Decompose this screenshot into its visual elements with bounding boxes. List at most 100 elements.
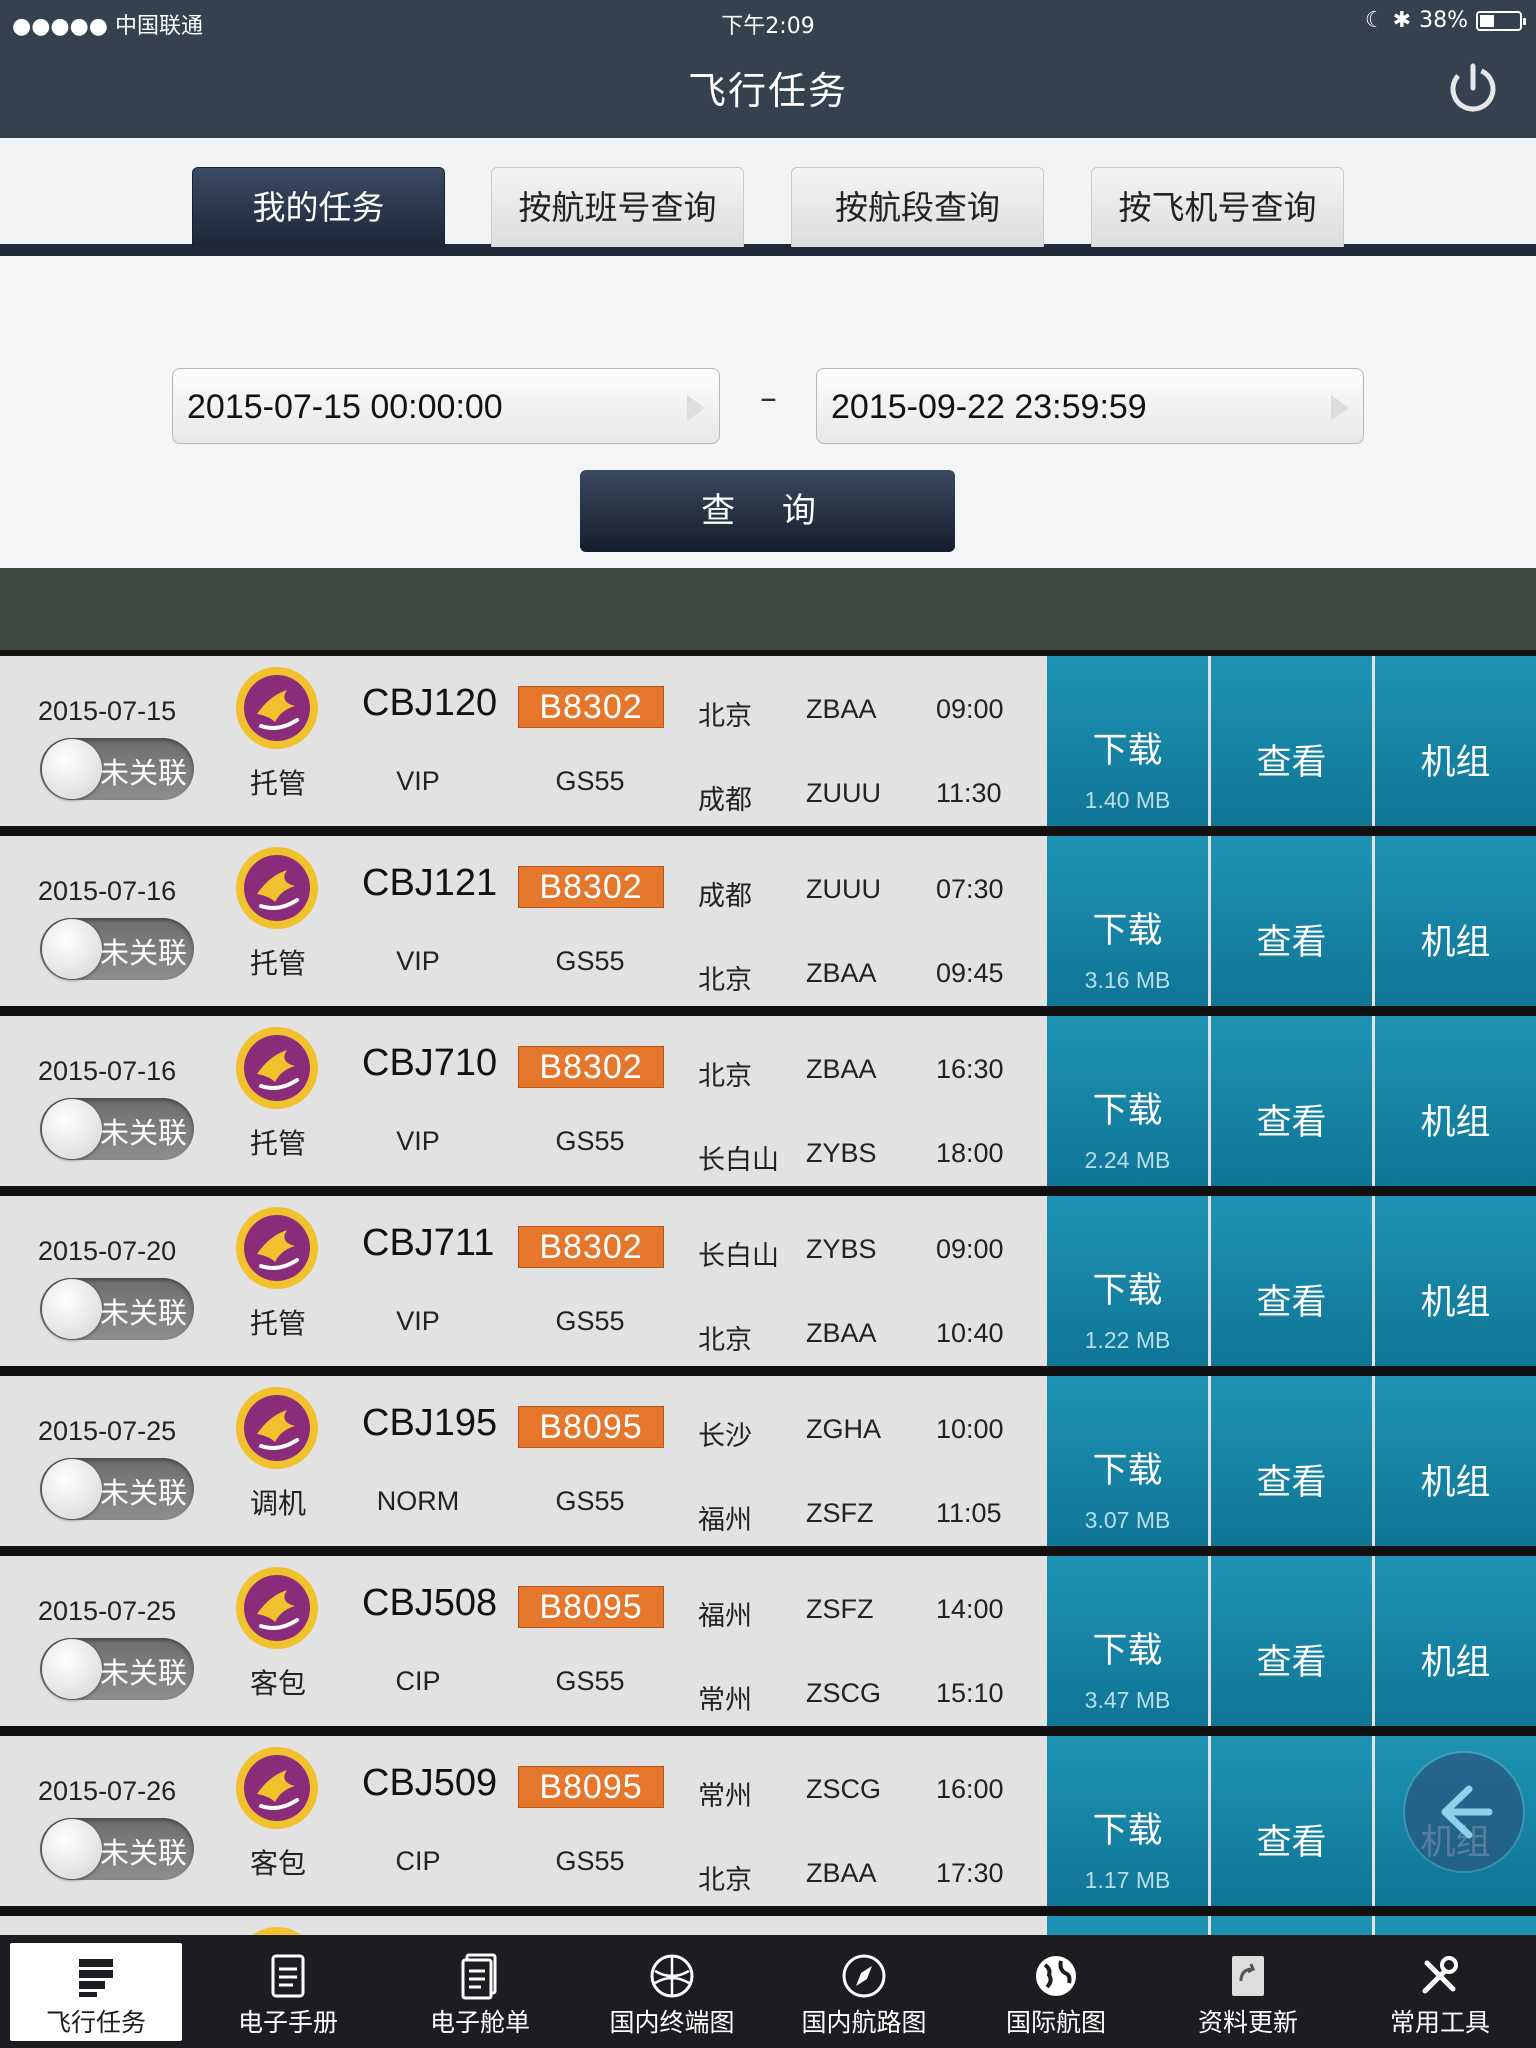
association-toggle[interactable]: 未关联 bbox=[40, 1818, 194, 1880]
download-button[interactable]: 下载 1.40 MB bbox=[1047, 656, 1208, 826]
flight-row[interactable]: 2015-07-15 未关联 托管 CBJ120 B8302 VIP GS55 北京 ZBAA 0… bbox=[0, 656, 1536, 826]
file-size: 3.16 MB bbox=[1084, 967, 1171, 993]
operation-type: 调机 bbox=[249, 1487, 306, 1520]
association-toggle[interactable]: 未关联 bbox=[40, 918, 194, 980]
airline-logo-icon bbox=[236, 847, 318, 929]
toggle-knob[interactable] bbox=[42, 1099, 102, 1159]
association-toggle[interactable]: 未关联 bbox=[40, 1278, 194, 1340]
crew-label: 机组 bbox=[1420, 1463, 1491, 1503]
arrival-city: 常州 bbox=[698, 1685, 752, 1716]
association-toggle[interactable]: 未关联 bbox=[40, 1098, 194, 1160]
toggle-knob[interactable] bbox=[42, 1819, 102, 1879]
association-toggle[interactable]: 未关联 bbox=[40, 1458, 194, 1520]
download-button[interactable]: 下载 3.07 MB bbox=[1047, 1376, 1208, 1546]
download-label: 下载 bbox=[1092, 911, 1163, 951]
view-button[interactable]: 查看 bbox=[1211, 1376, 1372, 1546]
download-button[interactable]: 下载 2.24 MB bbox=[1047, 1016, 1208, 1186]
arrival-city: 北京 bbox=[698, 1325, 752, 1356]
flight-number: CBJ121 bbox=[362, 862, 498, 904]
toggle-knob[interactable] bbox=[42, 1639, 102, 1699]
crew-button[interactable]: 机组 bbox=[1375, 1556, 1536, 1726]
operation-type: 托管 bbox=[249, 947, 306, 980]
association-toggle[interactable]: 未关联 bbox=[40, 1638, 194, 1700]
download-button[interactable]: 下载 3.16 MB bbox=[1047, 836, 1208, 1006]
view-button[interactable]: 查看 bbox=[1211, 836, 1372, 1006]
crew-button[interactable]: 机组 bbox=[1375, 1196, 1536, 1366]
tab-by-segment[interactable]: 按航段查询 bbox=[791, 167, 1044, 247]
toggle-knob[interactable] bbox=[42, 919, 102, 979]
back-button[interactable] bbox=[1405, 1753, 1523, 1871]
power-icon[interactable] bbox=[1446, 60, 1500, 114]
toggle-label: 未关联 bbox=[100, 1476, 188, 1510]
tabbar-item-globe[interactable]: 国际航图 bbox=[970, 1943, 1142, 2041]
departure-icao: ZBAA bbox=[806, 1054, 877, 1084]
tabbar-item-manifest[interactable]: 电子舱单 bbox=[394, 1943, 566, 2041]
flight-list[interactable]: 2015-07-15 未关联 托管 CBJ120 B8302 VIP GS55 北京 ZBAA 0… bbox=[0, 650, 1536, 1935]
flight-number: CBJ195 bbox=[362, 1402, 498, 1444]
tab-my-tasks[interactable]: 我的任务 bbox=[192, 167, 445, 247]
tabbar-item-flight-task[interactable]: 飞行任务 bbox=[10, 1943, 182, 2041]
flight-row[interactable]: 2015-07-16 未关联 托管 CBJ710 B8302 VIP GS55 北京 ZBAA 1… bbox=[0, 1016, 1536, 1186]
crew-button[interactable]: 机组 bbox=[1375, 656, 1536, 826]
tabbar-label: 国内航路图 bbox=[801, 2008, 927, 2037]
service-class: CIP bbox=[395, 1666, 441, 1696]
toggle-knob[interactable] bbox=[42, 739, 102, 799]
update-icon bbox=[1232, 1956, 1264, 1996]
tab-by-flight-number[interactable]: 按航班号查询 bbox=[491, 167, 744, 247]
start-date-field[interactable]: 2015-07-15 00:00:00 bbox=[172, 368, 720, 444]
flight-row[interactable]: 2015-07-16 未关联 托管 CBJ121 B8302 VIP GS55 成都 ZUUU 0… bbox=[0, 836, 1536, 1006]
flight-row[interactable]: 2015-07-25 未关联 客包 CBJ508 B8095 CIP GS55 福州 ZSFZ 1… bbox=[0, 1556, 1536, 1726]
tabbar-item-manual[interactable]: 电子手册 bbox=[202, 1943, 374, 2041]
view-button[interactable]: 查看 bbox=[1211, 1736, 1372, 1906]
query-button[interactable]: 查 询 bbox=[580, 470, 955, 552]
registration-badge: B8095 bbox=[518, 1586, 664, 1628]
departure-time: 09:00 bbox=[936, 694, 1004, 724]
file-size: 3.47 MB bbox=[1084, 1687, 1171, 1713]
departure-time: 16:00 bbox=[936, 1774, 1004, 1804]
download-button[interactable]: 下载 1.22 MB bbox=[1047, 1196, 1208, 1366]
crew-button[interactable]: 机组 bbox=[1375, 1376, 1536, 1546]
view-button[interactable]: 查看 bbox=[1211, 1016, 1372, 1186]
tabbar-item-compass[interactable]: 国内航路图 bbox=[778, 1943, 950, 2041]
flight-row[interactable]: 2015-07-20 未关联 托管 CBJ711 B8302 VIP GS55 长白山 ZYBS… bbox=[0, 1196, 1536, 1366]
tabbar-label: 常用工具 bbox=[1389, 2008, 1490, 2037]
departure-city: 长白山 bbox=[698, 1241, 779, 1272]
crew-button[interactable]: 机组 bbox=[1375, 1016, 1536, 1186]
toggle-knob[interactable] bbox=[42, 1459, 102, 1519]
operation-type: 客包 bbox=[249, 1667, 306, 1700]
download-button[interactable]: 下载 3.47 MB bbox=[1047, 1556, 1208, 1726]
arrival-time: 11:05 bbox=[936, 1498, 1002, 1528]
tabbar-item-tools[interactable]: 常用工具 bbox=[1354, 1943, 1526, 2041]
crew-button[interactable]: 机组 bbox=[1375, 836, 1536, 1006]
tabbar-item-terminal-chart[interactable]: 国内终端图 bbox=[586, 1943, 758, 2041]
end-date-field[interactable]: 2015-09-22 23:59:59 bbox=[816, 368, 1364, 444]
registration-badge: B8302 bbox=[518, 1226, 664, 1268]
view-button[interactable]: 查看 bbox=[1211, 656, 1372, 826]
flight-number: CBJ120 bbox=[362, 682, 498, 724]
flight-date: 2015-07-16 bbox=[38, 876, 177, 906]
disclosure-arrow-icon bbox=[687, 395, 705, 421]
toggle-knob[interactable] bbox=[42, 1279, 102, 1339]
association-toggle[interactable]: 未关联 bbox=[40, 738, 194, 800]
aircraft-type: GS55 bbox=[555, 1306, 625, 1336]
view-button[interactable]: 查看 bbox=[1211, 1196, 1372, 1366]
flight-row-partial bbox=[0, 1916, 1536, 1935]
view-button[interactable]: 查看 bbox=[1211, 1556, 1372, 1726]
flight-date: 2015-07-20 bbox=[38, 1236, 177, 1266]
tabbar-label: 电子手册 bbox=[237, 2008, 338, 2037]
view-label: 查看 bbox=[1256, 1823, 1327, 1863]
download-button[interactable]: 下载 1.17 MB bbox=[1047, 1736, 1208, 1906]
service-class: VIP bbox=[396, 1126, 440, 1156]
arrival-icao: ZYBS bbox=[806, 1138, 877, 1168]
file-size: 1.17 MB bbox=[1084, 1867, 1171, 1893]
registration-badge: B8095 bbox=[518, 1766, 664, 1808]
tab-by-aircraft[interactable]: 按飞机号查询 bbox=[1091, 167, 1344, 247]
flight-row[interactable]: 2015-07-25 未关联 调机 CBJ195 B8095 NORM GS55 长沙 ZGHA… bbox=[0, 1376, 1536, 1546]
airline-logo-icon bbox=[236, 1567, 318, 1649]
tabbar-item-update[interactable]: 资料更新 bbox=[1162, 1943, 1334, 2041]
departure-icao: ZSCG bbox=[806, 1774, 882, 1804]
file-size: 3.07 MB bbox=[1084, 1507, 1171, 1533]
departure-icao: ZGHA bbox=[806, 1414, 882, 1444]
flight-row[interactable]: 2015-07-26 未关联 客包 CBJ509 B8095 CIP GS55 常州 ZSCG 1… bbox=[0, 1736, 1536, 1906]
airline-logo-icon bbox=[236, 1747, 318, 1829]
